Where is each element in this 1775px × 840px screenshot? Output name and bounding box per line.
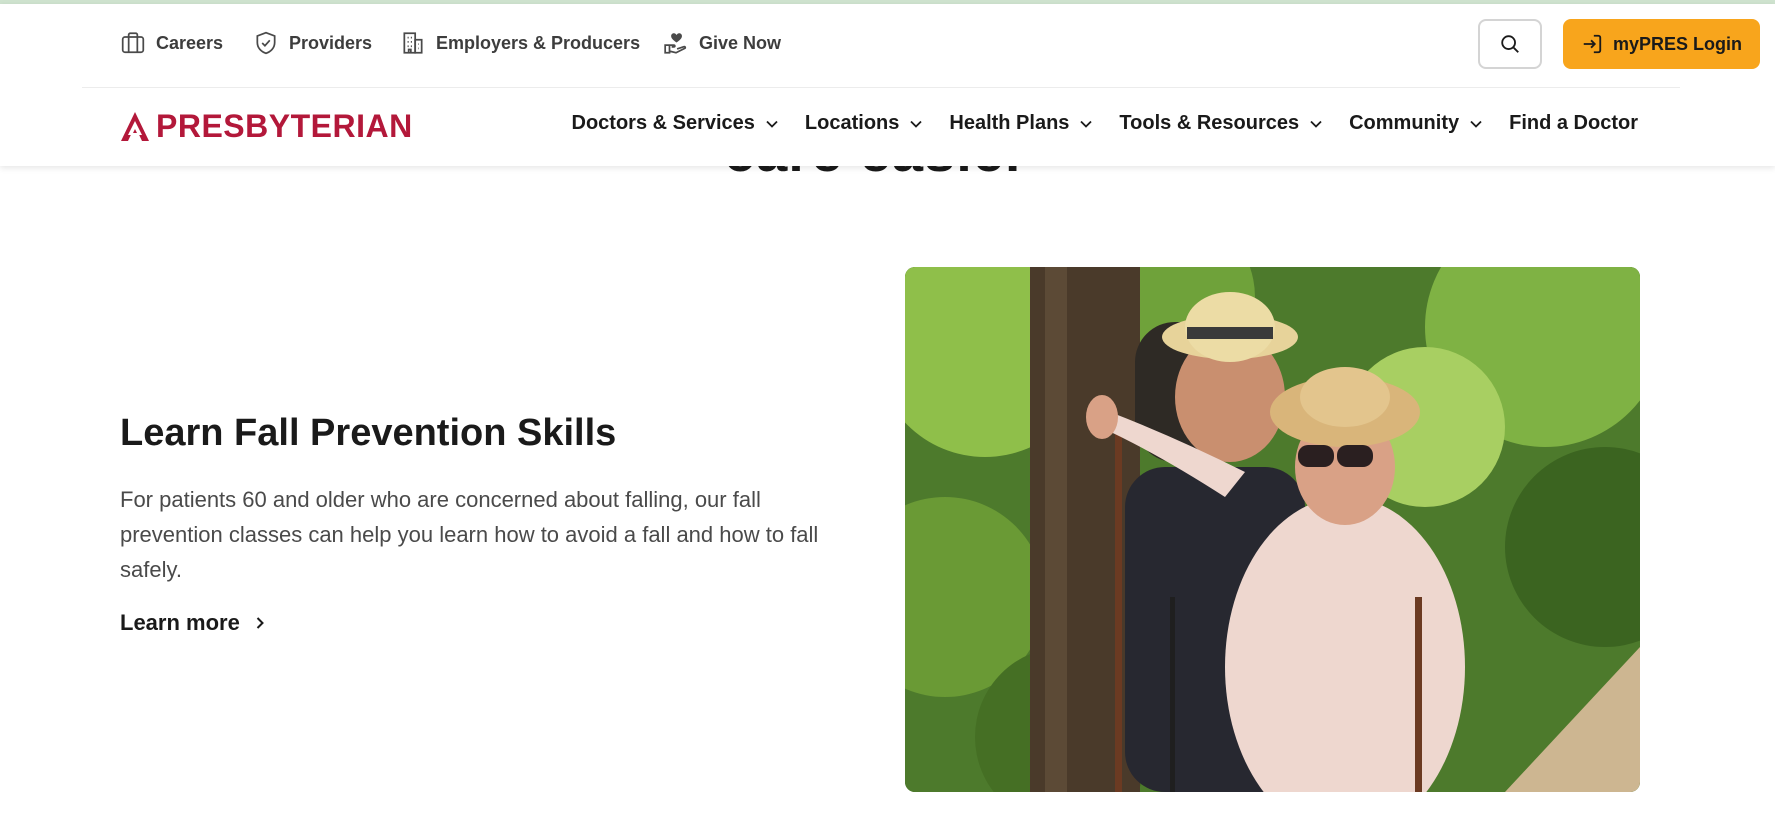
brand-name: PRESBYTERIAN (156, 108, 413, 144)
chevron-down-icon (1470, 120, 1482, 128)
nav-community[interactable]: Community (1349, 112, 1483, 135)
give-now-link[interactable]: Give Now (663, 30, 781, 56)
search-button[interactable] (1478, 19, 1542, 69)
mypres-login-button[interactable]: myPRES Login (1563, 19, 1760, 69)
presbyterian-symbol-icon (121, 111, 149, 141)
building-icon (403, 32, 423, 54)
nav-health-plans-label: Health Plans (949, 112, 1070, 134)
seniors-hiking-illustration (905, 267, 1640, 792)
nav-tools-resources[interactable]: Tools & Resources (1119, 112, 1323, 135)
presbyterian-logo[interactable]: PRESBYTERIAN (120, 108, 413, 145)
nav-doctors-services[interactable]: Doctors & Services (572, 112, 779, 135)
nav-locations-label: Locations (804, 112, 900, 134)
learn-more-link[interactable]: Learn more (120, 610, 266, 636)
nav-doctors-services-label: Doctors & Services (571, 112, 755, 134)
providers-label: Providers (289, 32, 373, 53)
login-label: myPRES Login (1612, 33, 1742, 54)
site-header: Careers Providers Employers & Producers … (0, 4, 1775, 166)
chevron-down-icon (1080, 120, 1093, 128)
careers-label: Careers (156, 32, 224, 53)
nav-find-a-doctor-label: Find a Doctor (1509, 112, 1638, 134)
providers-link[interactable]: Providers (253, 30, 372, 56)
login-arrow-icon (1583, 34, 1602, 54)
feature-description: For patients 60 and older who are concer… (120, 487, 819, 582)
utility-nav: Careers Providers Employers & Producers … (120, 4, 1760, 84)
feature-photo (905, 267, 1640, 792)
chevron-down-icon (910, 120, 923, 128)
employers-producers-link[interactable]: Employers & Producers (400, 30, 640, 56)
nav-health-plans[interactable]: Health Plans (949, 112, 1093, 135)
chevron-right-icon (256, 617, 264, 629)
employers-producers-label: Employers & Producers (436, 32, 641, 53)
chevron-down-icon (1310, 120, 1322, 128)
nav-tools-resources-label: Tools & Resources (1119, 112, 1300, 134)
briefcase-icon (121, 32, 145, 54)
nav-community-label: Community (1349, 112, 1460, 134)
heart-hand-icon (664, 33, 687, 54)
header-divider (82, 87, 1680, 88)
give-now-label: Give Now (699, 32, 782, 53)
nav-locations[interactable]: Locations (805, 112, 923, 135)
careers-link[interactable]: Careers (120, 30, 223, 56)
chevron-down-icon (766, 120, 778, 128)
shield-check-icon (256, 31, 276, 55)
feature-heading: Learn Fall Prevention Skills (120, 412, 617, 454)
main-nav: Doctors & Services Locations Health Plan… (546, 112, 1639, 135)
search-icon (1501, 35, 1519, 53)
learn-more-label: Learn more (120, 610, 240, 635)
nav-find-a-doctor[interactable]: Find a Doctor (1509, 112, 1638, 135)
